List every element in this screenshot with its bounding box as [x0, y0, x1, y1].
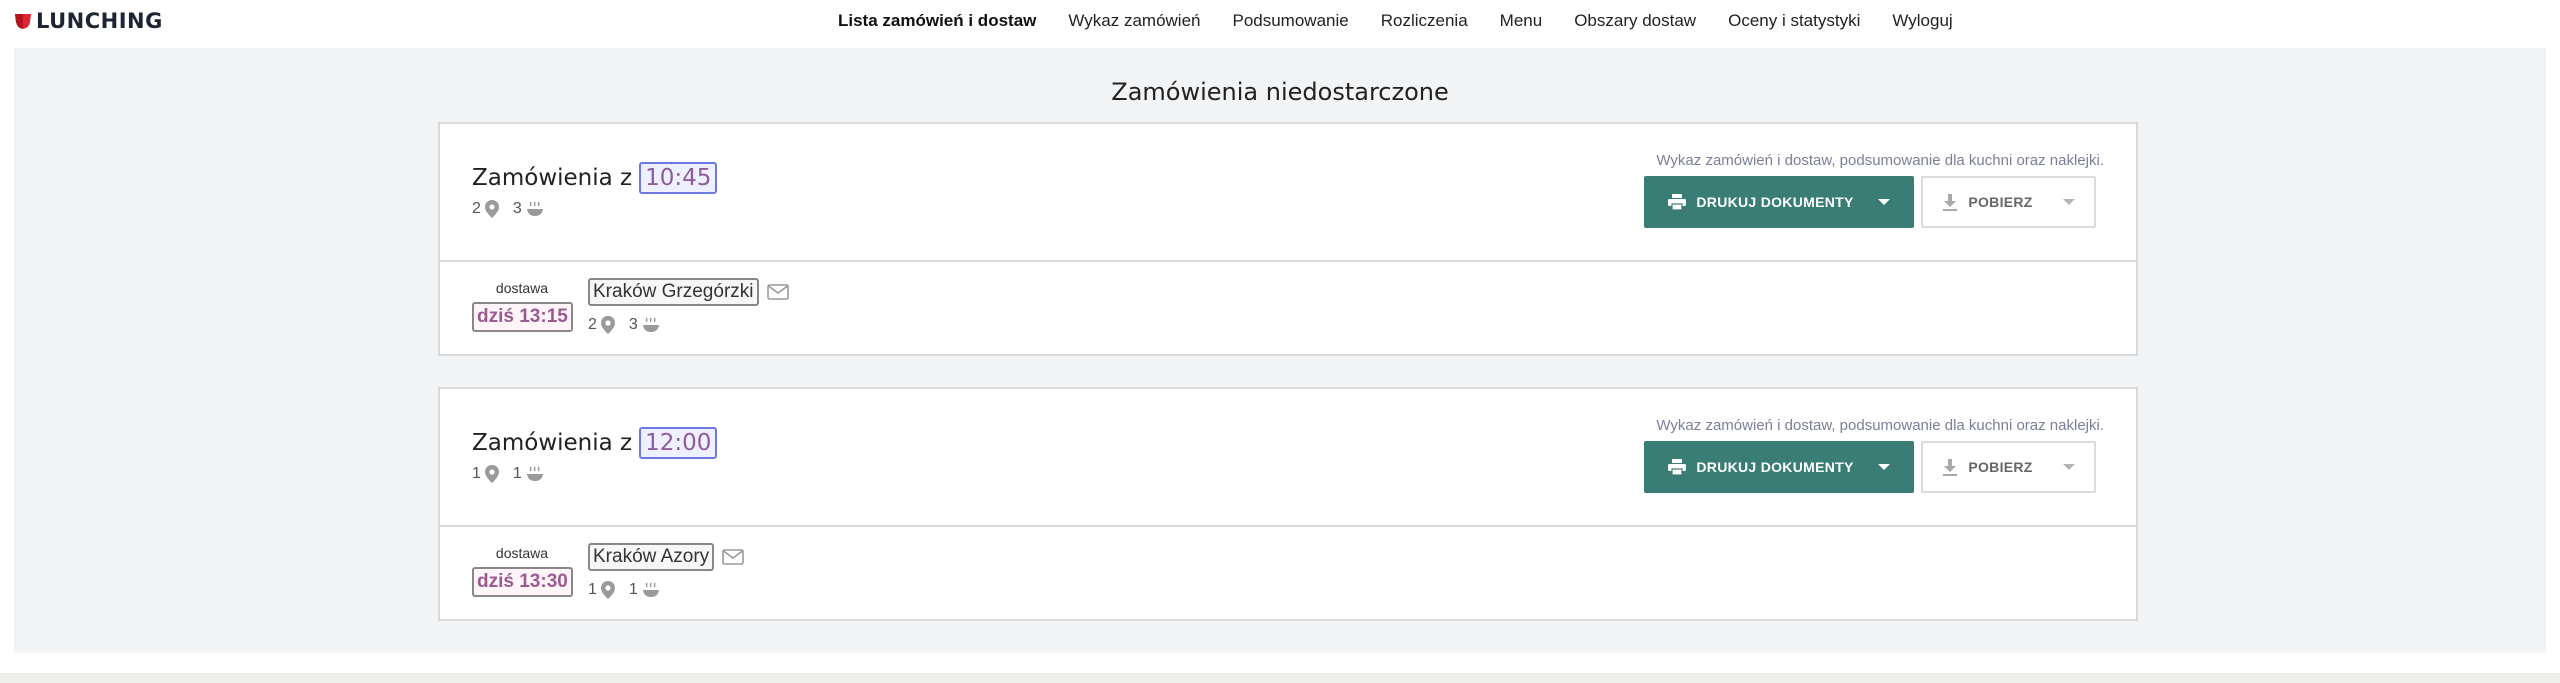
meals-count: 1	[628, 581, 638, 598]
caret-down-icon	[2062, 199, 2075, 205]
order-group-title-prefix: Zamówienia z	[472, 165, 633, 191]
nav-item-wykaz-zamowien[interactable]: Wykaz zamówień	[1068, 11, 1200, 31]
download-label: POBIERZ	[1968, 459, 2033, 475]
nav-item-oceny-statystyki[interactable]: Oceny i statystyki	[1728, 11, 1860, 31]
nav-item-lista-zamowien[interactable]: Lista zamówień i dostaw	[838, 11, 1036, 31]
delivery-place: Kraków Azory	[588, 543, 744, 571]
caret-down-icon	[1877, 199, 1890, 205]
meals-count: 3	[628, 316, 638, 333]
delivery-row: dostawa dziś 13:30 Kraków Azory 1 1	[440, 527, 2136, 619]
envelope-icon[interactable]	[722, 549, 744, 565]
order-group-card: Zamówienia z 10:45 2 3 Wykaz zamówień i …	[438, 122, 2138, 356]
location-pin-icon	[484, 465, 499, 483]
top-navbar: LUNCHING Lista zamówień i dostaw Wykaz z…	[0, 0, 2560, 42]
order-group-stats: 1 1	[472, 465, 544, 483]
nav-item-menu[interactable]: Menu	[1500, 11, 1543, 31]
printer-icon	[1668, 459, 1687, 475]
order-time-badge[interactable]: 12:00	[639, 427, 718, 459]
download-label: POBIERZ	[1968, 194, 2033, 210]
logo-mark-icon	[15, 14, 31, 29]
meals-stat: 3	[513, 200, 544, 218]
order-group-stats: 2 3	[472, 200, 544, 218]
delivery-place: Kraków Grzegórzki	[588, 278, 789, 306]
caret-down-icon	[1877, 464, 1890, 470]
meal-bowl-icon	[526, 466, 543, 481]
main-content: Zamówienia niedostarczone Zamówienia z 1…	[14, 48, 2546, 653]
brand-logo[interactable]: LUNCHING	[14, 9, 163, 33]
documents-note: Wykaz zamówień i dostaw, podsumowanie dl…	[1656, 417, 2104, 434]
main-nav: Lista zamówień i dostaw Wykaz zamówień P…	[838, 0, 1985, 42]
locations-stat: 1	[588, 581, 615, 599]
nav-item-obszary-dostaw[interactable]: Obszary dostaw	[1574, 11, 1696, 31]
caret-down-icon	[2062, 464, 2075, 470]
delivery-stats: 2 3	[588, 316, 660, 334]
order-group-title: Zamówienia z 10:45	[472, 162, 718, 194]
meals-count: 1	[512, 465, 522, 482]
print-documents-button[interactable]: DRUKUJ DOKUMENTY	[1644, 176, 1914, 228]
nav-item-podsumowanie[interactable]: Podsumowanie	[1232, 11, 1348, 31]
locations-stat: 2	[472, 200, 499, 218]
envelope-icon[interactable]	[766, 284, 789, 300]
location-pin-icon	[600, 581, 615, 599]
download-icon	[1943, 193, 1958, 211]
meal-bowl-icon	[642, 582, 659, 597]
print-documents-label: DRUKUJ DOKUMENTY	[1696, 459, 1854, 475]
locations-count: 2	[472, 200, 481, 217]
nav-item-rozliczenia[interactable]: Rozliczenia	[1381, 11, 1468, 31]
locations-stat: 2	[588, 316, 615, 334]
documents-note: Wykaz zamówień i dostaw, podsumowanie dl…	[1656, 152, 2104, 169]
locations-stat: 1	[472, 465, 499, 483]
meals-stat: 1	[629, 581, 660, 599]
meals-stat: 3	[629, 316, 660, 334]
bottom-strip	[0, 673, 2560, 683]
location-pin-icon	[600, 316, 615, 334]
meals-count: 3	[512, 200, 522, 217]
meal-bowl-icon	[642, 317, 659, 332]
nav-item-wyloguj[interactable]: Wyloguj	[1892, 11, 1952, 31]
locations-count: 2	[588, 316, 597, 333]
location-pin-icon	[484, 200, 499, 218]
order-group-card: Zamówienia z 12:00 1 1 Wykaz zamówień i …	[438, 387, 2138, 621]
delivery-label: dostawa	[495, 545, 549, 561]
printer-icon	[1668, 194, 1687, 210]
meal-bowl-icon	[526, 201, 543, 216]
delivery-time-badge[interactable]: dziś 13:15	[472, 302, 573, 332]
download-button[interactable]: POBIERZ	[1921, 176, 2096, 228]
order-group-header: Zamówienia z 12:00 1 1 Wykaz zamówień i …	[440, 389, 2136, 527]
delivery-place-name[interactable]: Kraków Grzegórzki	[588, 278, 759, 306]
download-button[interactable]: POBIERZ	[1921, 441, 2096, 493]
delivery-place-name[interactable]: Kraków Azory	[588, 543, 715, 571]
delivery-stats: 1 1	[588, 581, 660, 599]
locations-count: 1	[588, 581, 597, 598]
meals-stat: 1	[513, 465, 544, 483]
download-icon	[1943, 458, 1958, 476]
print-documents-label: DRUKUJ DOKUMENTY	[1696, 194, 1854, 210]
delivery-row: dostawa dziś 13:15 Kraków Grzegórzki 2 3	[440, 262, 2136, 354]
order-group-header: Zamówienia z 10:45 2 3 Wykaz zamówień i …	[440, 124, 2136, 262]
page-title: Zamówienia niedostarczone	[1111, 78, 1449, 106]
print-documents-button[interactable]: DRUKUJ DOKUMENTY	[1644, 441, 1914, 493]
order-time-badge[interactable]: 10:45	[639, 162, 718, 194]
order-group-title-prefix: Zamówienia z	[472, 430, 633, 456]
brand-name: LUNCHING	[36, 9, 163, 33]
order-group-title: Zamówienia z 12:00	[472, 427, 718, 459]
delivery-label: dostawa	[495, 280, 549, 296]
locations-count: 1	[472, 465, 481, 482]
delivery-time-badge[interactable]: dziś 13:30	[472, 567, 573, 597]
